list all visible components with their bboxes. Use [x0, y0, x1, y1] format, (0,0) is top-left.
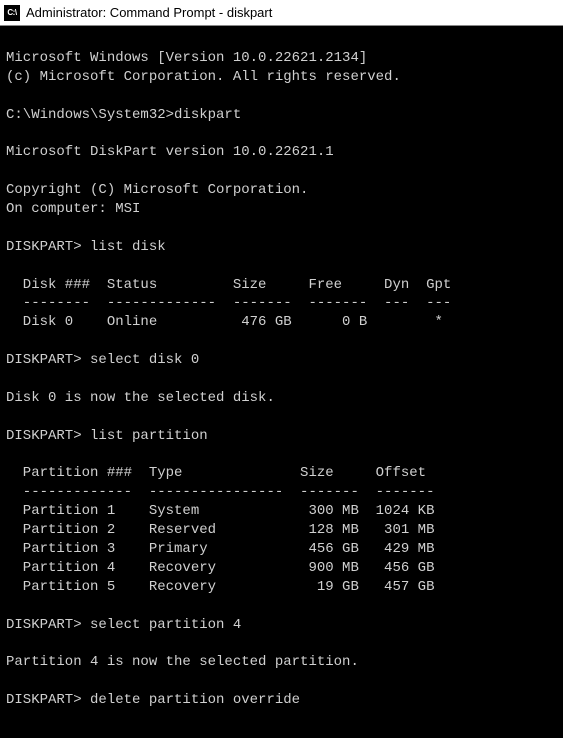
table-row: Partition 5 Recovery 19 GB 457 GB	[6, 579, 434, 595]
table-row: Partition 1 System 300 MB 1024 KB	[6, 503, 434, 519]
table-row: Partition 3 Primary 456 GB 429 MB	[6, 541, 434, 557]
output-line: On computer: MSI	[6, 201, 140, 217]
table-header: Partition ### Type Size Offset	[6, 465, 426, 481]
table-row: Partition 2 Reserved 128 MB 301 MB	[6, 522, 434, 538]
output-line: Microsoft Windows [Version 10.0.22621.21…	[6, 50, 367, 66]
table-divider: ------------- ---------------- ------- -…	[6, 484, 434, 500]
terminal-output[interactable]: Microsoft Windows [Version 10.0.22621.21…	[0, 26, 563, 733]
output-line: (c) Microsoft Corporation. All rights re…	[6, 69, 401, 85]
prompt-line: DISKPART> select partition 4	[6, 617, 241, 633]
output-line: Partition 4 is now the selected partitio…	[6, 654, 359, 670]
output-line: Disk 0 is now the selected disk.	[6, 390, 275, 406]
table-header: Disk ### Status Size Free Dyn Gpt	[6, 277, 451, 293]
window-titlebar[interactable]: C:\ Administrator: Command Prompt - disk…	[0, 0, 563, 26]
cmd-icon: C:\	[4, 5, 20, 21]
table-divider: -------- ------------- ------- ------- -…	[6, 295, 451, 311]
output-line: Copyright (C) Microsoft Corporation.	[6, 182, 308, 198]
prompt-line: DISKPART> delete partition override	[6, 692, 300, 708]
table-row: Partition 4 Recovery 900 MB 456 GB	[6, 560, 434, 576]
prompt-line: C:\Windows\System32>diskpart	[6, 107, 241, 123]
prompt-line: DISKPART> list disk	[6, 239, 166, 255]
output-line: Microsoft DiskPart version 10.0.22621.1	[6, 144, 334, 160]
window-title: Administrator: Command Prompt - diskpart	[26, 5, 272, 20]
prompt-line: DISKPART> select disk 0	[6, 352, 199, 368]
prompt-line: DISKPART> list partition	[6, 428, 208, 444]
table-row: Disk 0 Online 476 GB 0 B *	[6, 314, 443, 330]
